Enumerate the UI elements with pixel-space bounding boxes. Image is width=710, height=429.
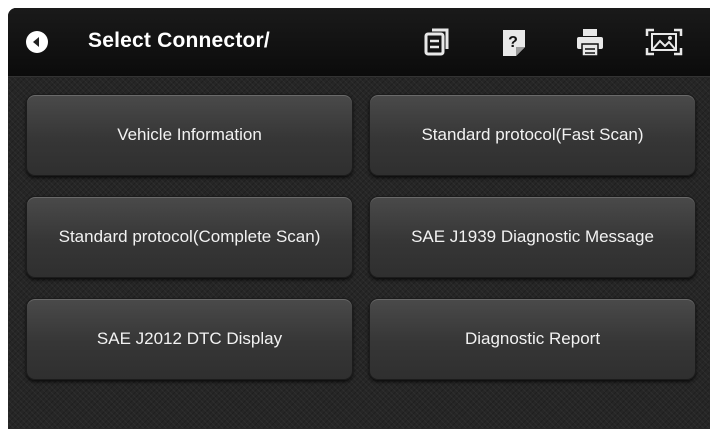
j2012-dtc-display-button[interactable]: SAE J2012 DTC Display (26, 298, 353, 380)
page-title: Select Connector/ (88, 29, 270, 52)
title-bar: Select Connector/ ? (8, 8, 710, 77)
vehicle-information-button[interactable]: Vehicle Information (26, 94, 353, 176)
print-button[interactable] (573, 25, 607, 59)
print-icon (577, 29, 603, 57)
svg-text:?: ? (508, 34, 518, 51)
fast-scan-button[interactable]: Standard protocol(Fast Scan) (369, 94, 696, 176)
help-button[interactable]: ? (497, 25, 531, 59)
complete-scan-button[interactable]: Standard protocol(Complete Scan) (26, 196, 353, 278)
copy-icon (424, 28, 449, 56)
screenshot-button[interactable] (644, 25, 684, 59)
screenshot-icon (645, 28, 683, 56)
help-icon: ? (503, 30, 525, 56)
back-button[interactable] (26, 31, 48, 53)
diagnostic-report-button[interactable]: Diagnostic Report (369, 298, 696, 380)
j1939-diagnostic-message-button[interactable]: SAE J1939 Diagnostic Message (369, 196, 696, 278)
app-screen: Select Connector/ ? Vehicle Information … (8, 8, 710, 429)
copy-button[interactable] (420, 25, 454, 59)
back-arrow-icon (33, 37, 39, 47)
